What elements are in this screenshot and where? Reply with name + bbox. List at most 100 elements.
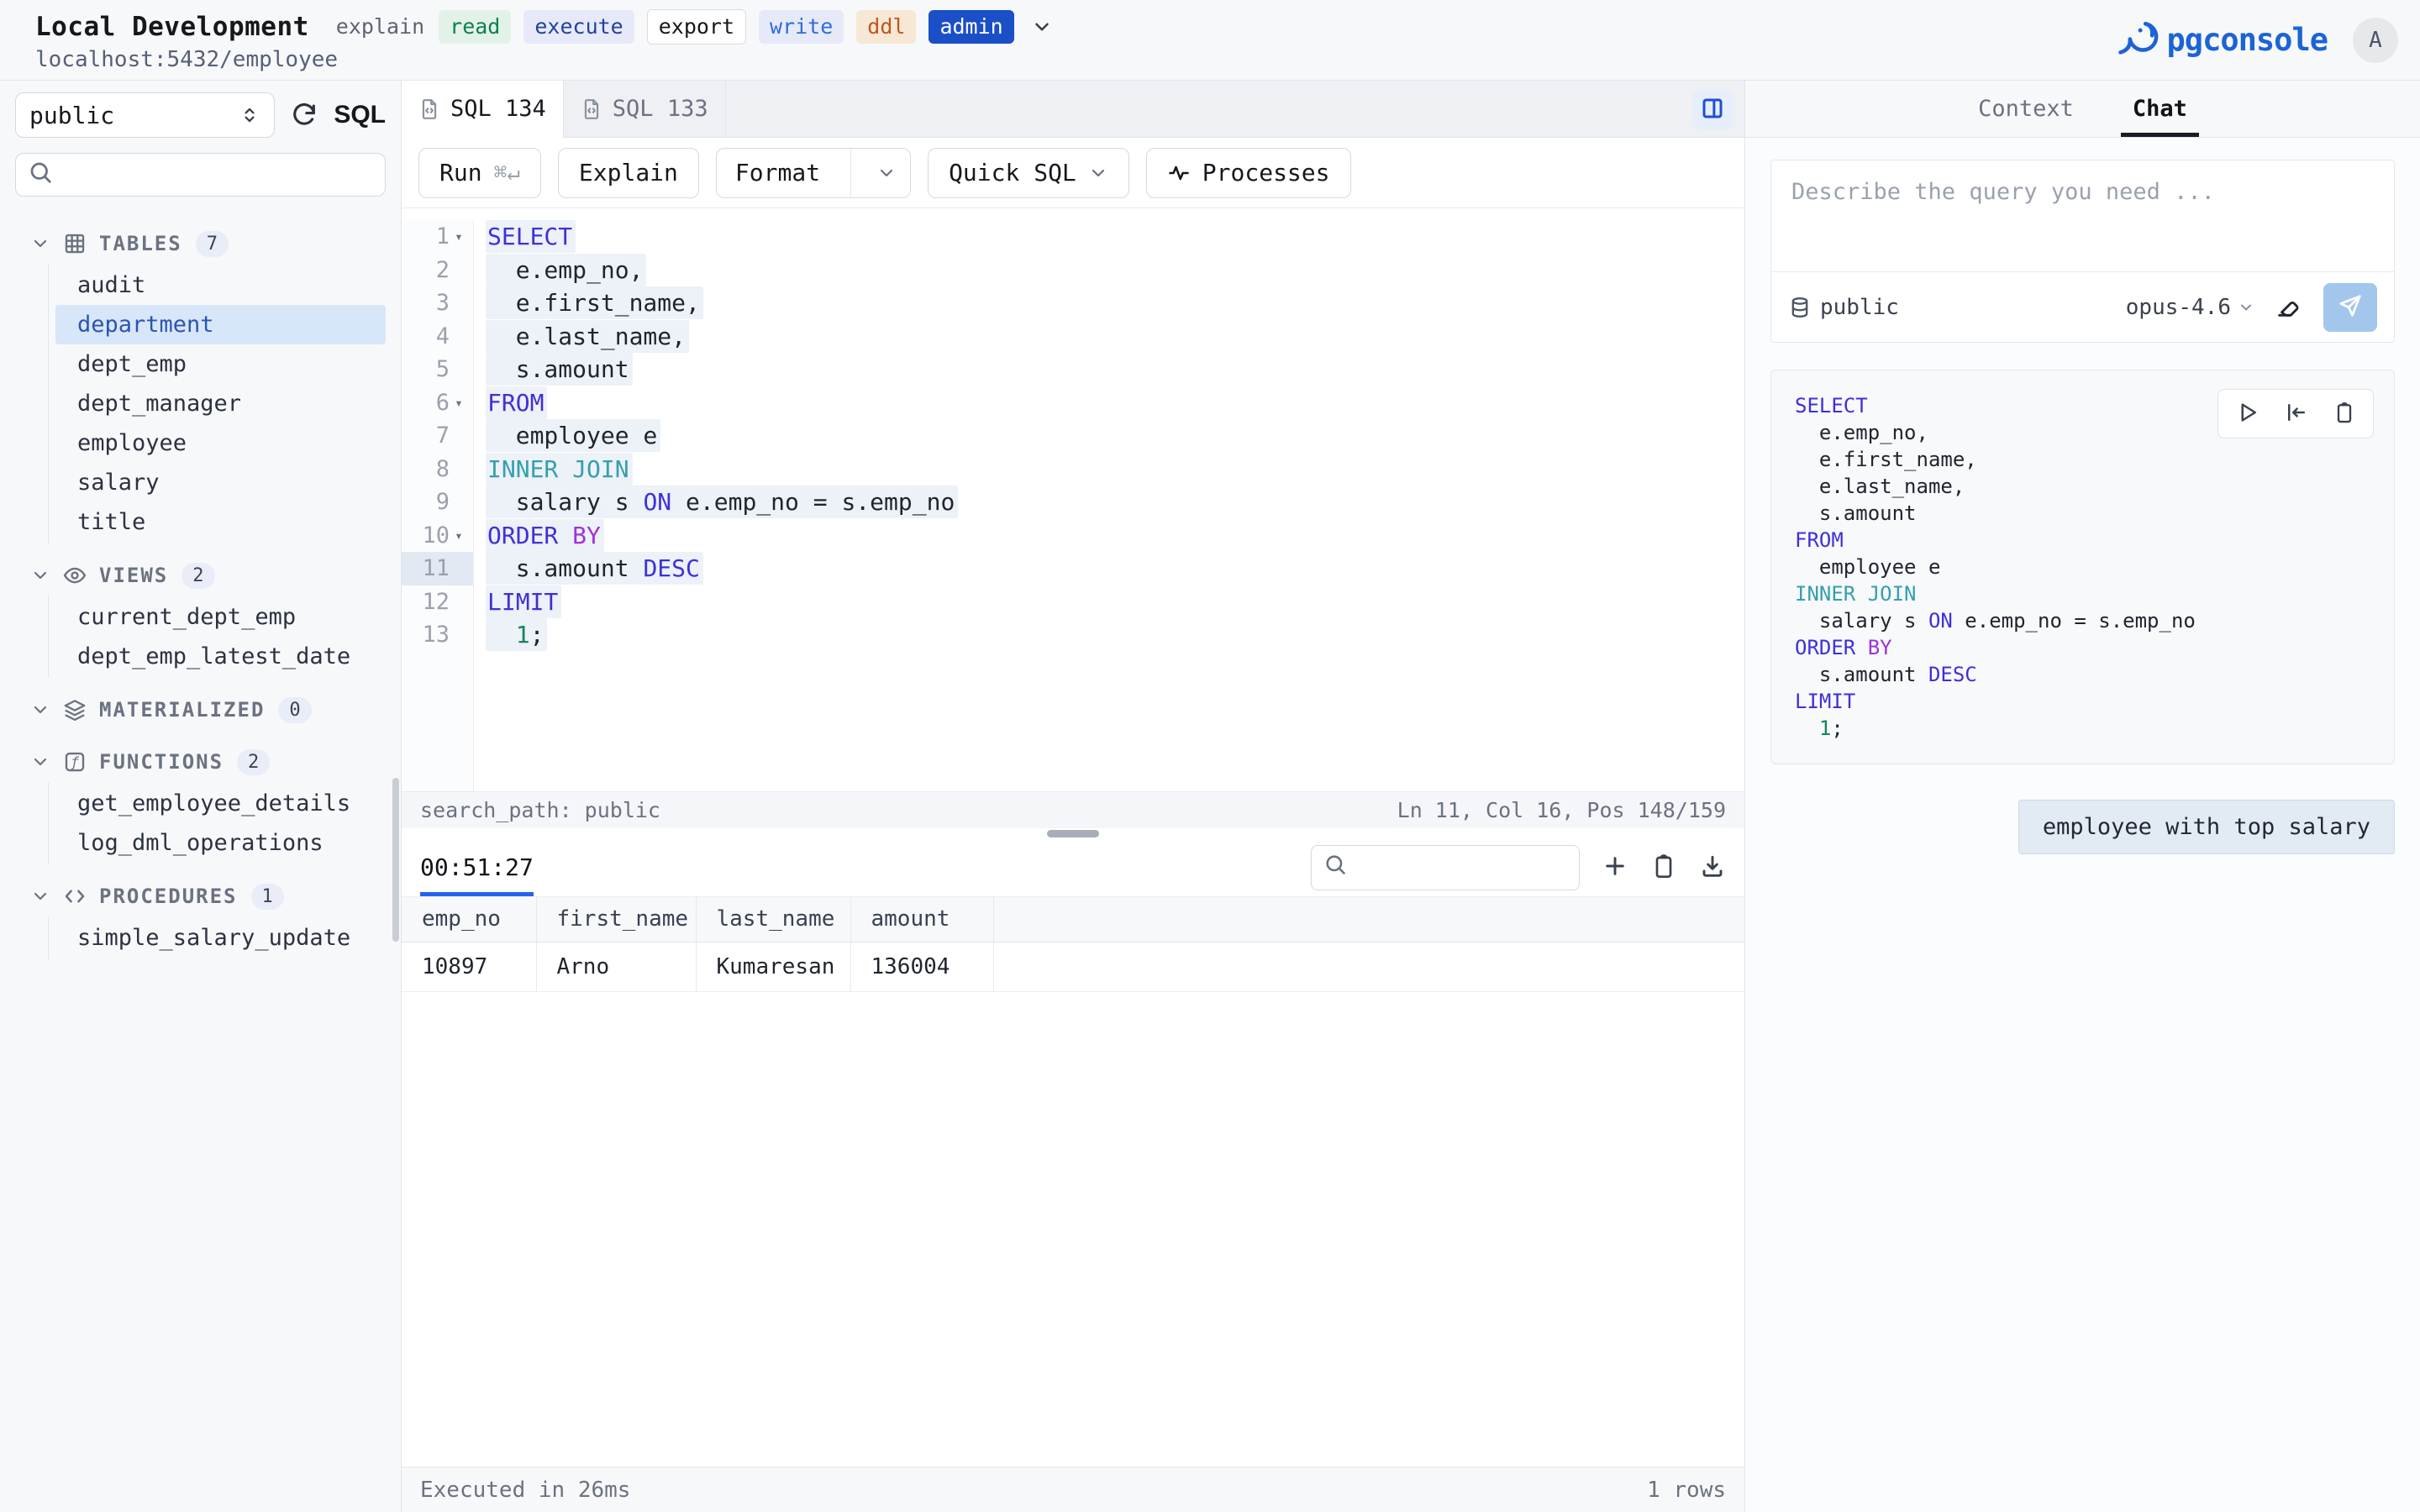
code-line-10[interactable]: ORDER BY xyxy=(486,519,1744,553)
gutter-line-13[interactable]: 13 xyxy=(402,618,473,652)
run-button[interactable]: Run ⌘↵ xyxy=(418,148,541,198)
sidebar-section-header-functions[interactable]: ƒFUNCTIONS2 xyxy=(0,742,401,782)
gutter-line-9[interactable]: 9 xyxy=(402,486,473,519)
fold-marker-icon[interactable]: ▾ xyxy=(450,528,468,543)
model-select[interactable]: opus-4.6 xyxy=(2126,295,2254,320)
gutter-line-5[interactable]: 5 xyxy=(402,353,473,386)
code-line-4[interactable]: e.last_name, xyxy=(486,320,1744,354)
refresh-button[interactable] xyxy=(290,100,318,131)
code-line-3[interactable]: e.first_name, xyxy=(486,286,1744,320)
code-line-8[interactable]: INNER JOIN xyxy=(486,453,1744,486)
sidebar-search-input[interactable] xyxy=(63,162,373,187)
results-timer-tab[interactable]: 00:51:27 xyxy=(420,839,534,896)
permission-badge-admin[interactable]: admin xyxy=(929,10,1013,44)
code-line-5[interactable]: s.amount xyxy=(486,353,1744,386)
quick-sql-button[interactable]: Quick SQL xyxy=(928,148,1129,198)
add-row-button[interactable] xyxy=(1602,853,1628,882)
code-line-7[interactable]: employee e xyxy=(486,419,1744,453)
column-header-emp_no[interactable]: emp_no xyxy=(402,896,536,942)
gutter-line-1[interactable]: 1▾ xyxy=(402,220,473,254)
sidebar-section-header-tables[interactable]: TABLES7 xyxy=(0,223,401,264)
sidebar-section-header-views[interactable]: VIEWS2 xyxy=(0,555,401,596)
column-header-amount[interactable]: amount xyxy=(850,896,993,942)
avatar[interactable]: A xyxy=(2353,18,2398,63)
sidebar-item-employee[interactable]: employee xyxy=(55,423,386,463)
table-cell[interactable]: Arno xyxy=(536,942,696,991)
sidebar-item-log_dml_operations[interactable]: log_dml_operations xyxy=(55,823,386,863)
chevron-down-icon xyxy=(30,565,50,585)
sql-mode-button[interactable]: SQL xyxy=(334,101,386,129)
sidebar-item-audit[interactable]: audit xyxy=(55,265,386,305)
permission-badge-ddl[interactable]: ddl xyxy=(856,10,916,44)
table-cell[interactable]: 136004 xyxy=(850,942,993,991)
gutter-line-8[interactable]: 8 xyxy=(402,453,473,486)
sidebar-scrollbar[interactable] xyxy=(392,778,399,942)
gutter-line-10[interactable]: 10▾ xyxy=(402,519,473,553)
gutter-line-7[interactable]: 7 xyxy=(402,419,473,453)
sidebar-item-dept_manager[interactable]: dept_manager xyxy=(55,384,386,423)
sidebar-search[interactable] xyxy=(15,153,386,197)
sidebar-item-get_employee_details[interactable]: get_employee_details xyxy=(55,784,386,823)
table-cell[interactable]: Kumaresan xyxy=(696,942,850,991)
code-line-9[interactable]: salary s ON e.emp_no = s.emp_no xyxy=(486,486,1744,519)
insert-into-editor-button[interactable] xyxy=(2284,400,2309,428)
table-cell[interactable]: 10897 xyxy=(402,942,536,991)
gutter-line-11[interactable]: 11 xyxy=(402,552,473,585)
gutter-line-4[interactable]: 4 xyxy=(402,320,473,354)
format-dropdown-chevron-icon[interactable] xyxy=(863,163,910,183)
clear-chat-button[interactable] xyxy=(2275,291,2303,323)
editor-code[interactable]: SELECT e.emp_no, e.first_name, e.last_na… xyxy=(474,220,1744,791)
results-search-input[interactable] xyxy=(1355,855,1623,879)
schema-scope[interactable]: public xyxy=(1788,295,1899,320)
gutter-line-3[interactable]: 3 xyxy=(402,286,473,320)
active-tab-underline xyxy=(2121,133,2199,137)
processes-button[interactable]: Processes xyxy=(1146,148,1351,198)
fold-marker-icon[interactable]: ▾ xyxy=(450,395,468,411)
send-button[interactable] xyxy=(2323,283,2377,332)
explain-button[interactable]: Explain xyxy=(558,148,699,198)
download-results-button[interactable] xyxy=(1699,853,1726,882)
copy-results-button[interactable] xyxy=(1650,853,1677,882)
permission-badge-export[interactable]: export xyxy=(647,9,746,45)
chat-prompt-input[interactable] xyxy=(1771,160,2394,271)
sidebar-item-simple_salary_update[interactable]: simple_salary_update xyxy=(55,918,386,958)
code-line-12[interactable]: LIMIT xyxy=(486,585,1744,619)
permission-badge-read[interactable]: read xyxy=(439,10,511,44)
code-line-1[interactable]: SELECT xyxy=(486,220,1744,254)
sidebar-item-salary[interactable]: salary xyxy=(55,463,386,502)
copy-sql-button[interactable] xyxy=(2333,401,2356,427)
sidebar-section-header-materialized[interactable]: MATERIALIZED0 xyxy=(0,690,401,730)
gutter-line-12[interactable]: 12 xyxy=(402,585,473,619)
table-row[interactable]: 10897ArnoKumaresan136004 xyxy=(402,942,1744,991)
run-sql-button[interactable] xyxy=(2235,400,2260,428)
sidebar-item-dept_emp[interactable]: dept_emp xyxy=(55,344,386,384)
tab-sql-134[interactable]: SQL 134 xyxy=(402,81,564,137)
tab-context[interactable]: Context xyxy=(1978,81,2074,137)
toggle-right-panel-button[interactable] xyxy=(1692,89,1733,129)
column-header-first_name[interactable]: first_name xyxy=(536,896,696,942)
sidebar-item-dept_emp_latest_date[interactable]: dept_emp_latest_date xyxy=(55,637,386,676)
code-line-13[interactable]: 1; xyxy=(486,618,1744,652)
schema-select[interactable]: public xyxy=(15,92,275,138)
tab-chat[interactable]: Chat xyxy=(2133,81,2187,137)
permission-badge-explain[interactable]: explain xyxy=(334,10,426,44)
code-line-6[interactable]: FROM xyxy=(486,386,1744,420)
sidebar-item-department[interactable]: department xyxy=(55,305,386,344)
code-line-11[interactable]: s.amount DESC xyxy=(486,552,1744,585)
tab-sql-133[interactable]: SQL 133 xyxy=(564,81,726,137)
sidebar-item-title[interactable]: title xyxy=(55,502,386,542)
splitter-drag-handle[interactable] xyxy=(1047,830,1099,837)
sql-editor[interactable]: 1▾23456▾78910▾111213 SELECT e.emp_no, e.… xyxy=(402,208,1744,791)
column-header-last_name[interactable]: last_name xyxy=(696,896,850,942)
code-line-2[interactable]: e.emp_no, xyxy=(486,254,1744,287)
fold-marker-icon[interactable]: ▾ xyxy=(450,228,468,244)
sidebar-item-current_dept_emp[interactable]: current_dept_emp xyxy=(55,597,386,637)
connection-chevron-icon[interactable] xyxy=(1031,16,1053,38)
results-search[interactable] xyxy=(1311,845,1580,890)
gutter-line-2[interactable]: 2 xyxy=(402,254,473,287)
gutter-line-6[interactable]: 6▾ xyxy=(402,386,473,420)
permission-badge-execute[interactable]: execute xyxy=(523,10,634,44)
sidebar-section-header-procedures[interactable]: PROCEDURES1 xyxy=(0,876,401,916)
permission-badge-write[interactable]: write xyxy=(759,10,844,44)
format-button[interactable]: Format xyxy=(716,148,911,198)
